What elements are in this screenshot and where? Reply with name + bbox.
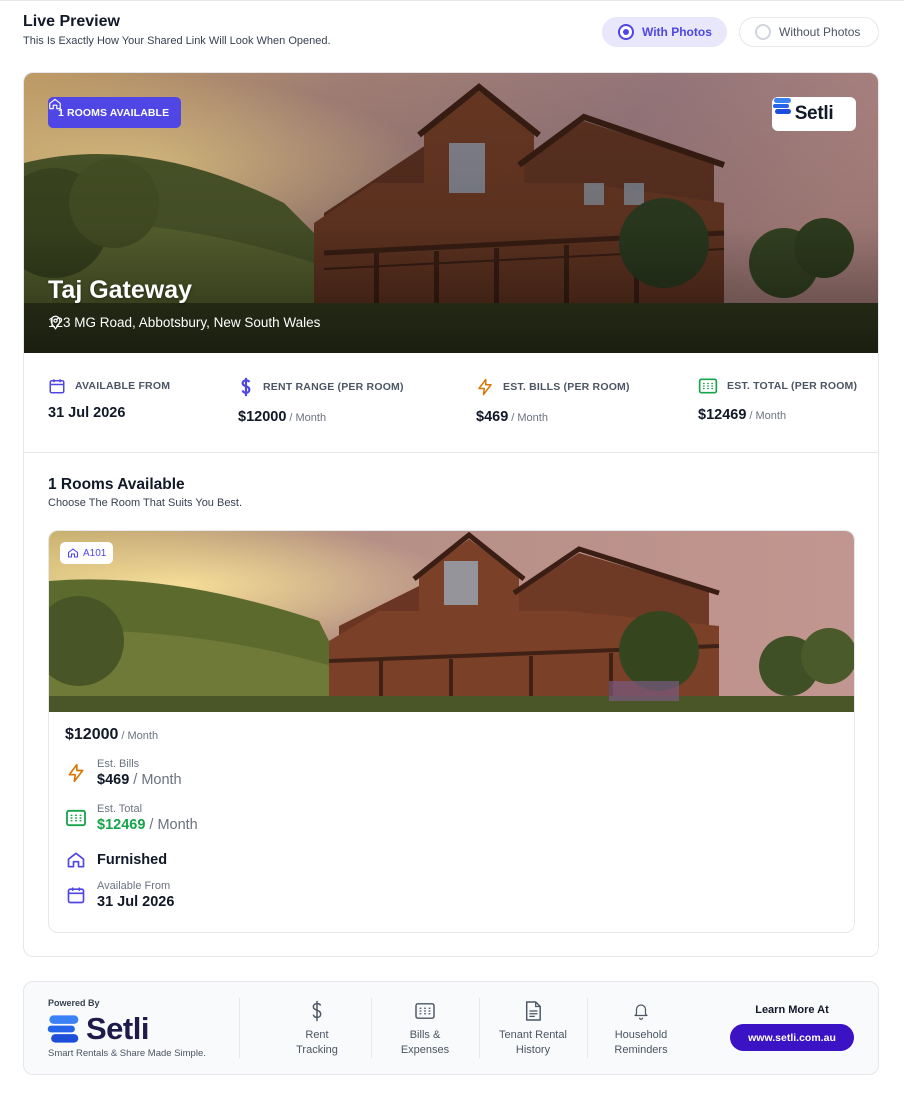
stat-est-bills: EST. BILLS (PER ROOM) $469/ Month <box>476 377 630 425</box>
rooms-section-subtitle: Choose The Room That Suits You Best. <box>48 497 243 509</box>
radio-unselected-icon <box>755 24 771 40</box>
room-est-bills: Est. Bills $469/ Month <box>65 758 182 788</box>
listing-card: 1 ROOMS AVAILABLE Setli Taj Gateway 123 … <box>23 72 879 957</box>
room-image: A101 <box>49 531 854 712</box>
page-title: Live Preview <box>23 13 120 30</box>
room-number-tag: A101 <box>60 542 114 564</box>
page-subtitle: This Is Exactly How Your Shared Link Wil… <box>23 35 331 47</box>
calendar-icon <box>49 379 65 394</box>
footer-brand-name: Setli <box>86 1011 149 1046</box>
room-furnished-text: Furnished <box>97 852 168 868</box>
room-price-per: / Month <box>121 730 159 742</box>
feature-tenant-history: Tenant Rental History <box>483 998 583 1058</box>
dollar-icon <box>241 377 251 397</box>
stat-label: RENT RANGE (PER ROOM) <box>263 381 404 393</box>
feature-line1: Rent <box>305 1029 329 1041</box>
stat-per: / Month <box>511 412 548 424</box>
stat-rent-range: RENT RANGE (PER ROOM) $12000/ Month <box>238 377 404 425</box>
setli-website-button[interactable]: www.setli.com.au <box>730 1024 854 1051</box>
bell-icon <box>634 1004 648 1020</box>
room-price: $12000/ Month <box>65 726 158 744</box>
calculator-grid-icon <box>698 378 718 394</box>
stat-per: / Month <box>289 412 327 424</box>
calendar-icon <box>67 887 85 904</box>
stat-available-from: AVAILABLE FROM 31 Jul 2026 <box>48 377 170 421</box>
dollar-icon <box>312 1000 322 1022</box>
rooms-available-text: 1 ROOMS AVAILABLE <box>58 106 170 119</box>
room-number: A101 <box>83 547 107 559</box>
stat-value: $12469 <box>698 407 747 423</box>
stat-value: $469 <box>476 409 509 425</box>
stat-label: EST. TOTAL (PER ROOM) <box>727 380 858 392</box>
calculator-grid-icon <box>66 809 86 827</box>
feature-line1: Household <box>614 1029 668 1041</box>
without-photos-toggle[interactable]: Without Photos <box>739 17 879 47</box>
powered-by-label: Powered By <box>48 998 100 1008</box>
lightning-icon <box>478 378 492 396</box>
room-bills-value: $469 <box>97 772 130 788</box>
feature-line2: Expenses <box>400 1044 450 1056</box>
calculator-icon <box>415 1003 435 1019</box>
feature-line1: Bills & <box>409 1029 441 1041</box>
room-total-value: $12469 <box>97 817 146 833</box>
room-card[interactable]: A101 $12000/ Month Est. Bills $469/ Mont… <box>48 530 855 933</box>
property-name: Taj Gateway <box>48 276 193 304</box>
room-available-value: 31 Jul 2026 <box>97 894 175 910</box>
feature-rent-tracking: Rent Tracking <box>267 998 367 1058</box>
feature-line1: Tenant Rental <box>499 1029 567 1041</box>
room-total-per: / Month <box>149 817 198 833</box>
home-icon <box>49 98 61 110</box>
feature-household-reminders: Household Reminders <box>591 998 691 1058</box>
room-bills-per: / Month <box>133 772 182 788</box>
stats-bar: AVAILABLE FROM 31 Jul 2026 RENT RANGE (P… <box>24 353 878 453</box>
powered-by-footer: Powered By Setli Smart Rentals & Share M… <box>23 981 879 1075</box>
room-total-label: Est. Total <box>97 803 143 815</box>
room-est-total: Est. Total $12469/ Month <box>65 803 198 833</box>
footer-divider <box>587 998 588 1058</box>
feature-line2: Tracking <box>296 1044 338 1056</box>
stat-label: AVAILABLE FROM <box>75 380 171 392</box>
room-price-value: $12000 <box>65 726 119 743</box>
learn-more-label: Learn More At <box>755 1004 829 1016</box>
stat-per: / Month <box>749 410 787 422</box>
footer-brand-logo: Setli <box>46 1011 149 1047</box>
room-photo <box>49 531 854 712</box>
footer-divider <box>479 998 480 1058</box>
with-photos-label: With Photos <box>642 25 712 39</box>
top-divider <box>0 0 904 1</box>
home-icon <box>67 548 79 558</box>
room-available-label: Available From <box>97 880 171 892</box>
location-pin-icon <box>50 315 61 330</box>
home-icon <box>67 852 85 868</box>
hero-image: 1 ROOMS AVAILABLE Setli Taj Gateway 123 … <box>24 73 878 353</box>
lightning-icon <box>68 763 84 783</box>
feature-line2: Reminders <box>614 1044 668 1056</box>
address-text: 123 MG Road, Abbotsbury, New South Wales <box>48 315 321 330</box>
without-photos-label: Without Photos <box>779 25 861 39</box>
room-furnished: Furnished <box>65 849 167 871</box>
brand-logo: Setli <box>772 97 856 131</box>
rooms-section-title: 1 Rooms Available <box>48 476 185 493</box>
brand-name: Setli <box>794 103 834 124</box>
stat-est-total: EST. TOTAL (PER ROOM) $12469/ Month <box>698 377 857 423</box>
footer-divider <box>371 998 372 1058</box>
document-icon <box>525 1001 541 1021</box>
rooms-available-badge: 1 ROOMS AVAILABLE <box>48 97 182 128</box>
setli-logo-icon <box>47 1015 79 1043</box>
feature-line2: History <box>515 1044 551 1056</box>
with-photos-toggle[interactable]: With Photos <box>602 17 727 47</box>
setli-logo-icon <box>773 98 791 114</box>
room-available-from: Available From 31 Jul 2026 <box>65 880 174 910</box>
stat-value: $12000 <box>238 409 287 425</box>
feature-bills-expenses: Bills & Expenses <box>375 998 475 1058</box>
room-bills-label: Est. Bills <box>97 758 140 770</box>
footer-tagline: Smart Rentals & Share Made Simple. <box>48 1048 206 1059</box>
property-address: 123 MG Road, Abbotsbury, New South Wales <box>48 315 320 330</box>
preview-header: Live Preview This Is Exactly How Your Sh… <box>23 13 331 47</box>
radio-selected-icon <box>618 24 634 40</box>
footer-divider <box>239 998 240 1058</box>
stat-label: EST. BILLS (PER ROOM) <box>503 381 630 393</box>
stat-value: 31 Jul 2026 <box>48 405 126 421</box>
